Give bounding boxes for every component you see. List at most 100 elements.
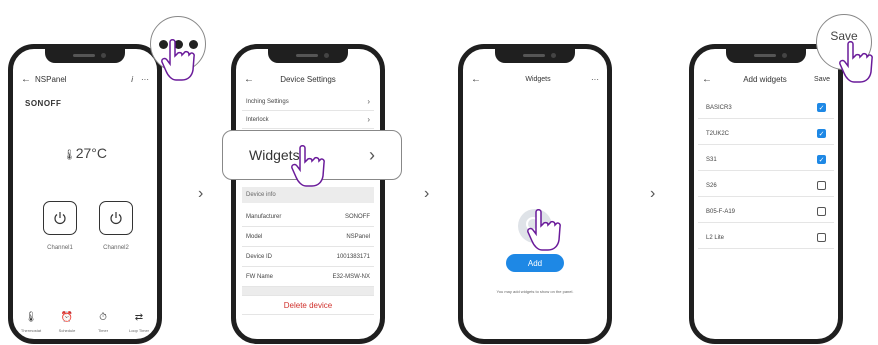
info-label: FW Name [246, 273, 273, 280]
nav-thermostat[interactable]: 🌡 Thermostat [17, 312, 45, 333]
nav-label: Thermostat [20, 328, 42, 333]
tap-hand-icon [291, 145, 325, 187]
power-icon [54, 212, 66, 225]
channel1-label: Channel1 [47, 245, 73, 251]
page-title: Widgets [525, 75, 551, 83]
widget-row[interactable]: BASICR3 ✓ [698, 97, 834, 119]
inching-settings-row[interactable]: Inching Settings › [242, 93, 374, 111]
device-info-header: Device info [242, 187, 374, 203]
step-arrow-icon: › [424, 185, 430, 202]
info-row: Manufacturer SONOFF [242, 207, 374, 227]
more-icon[interactable]: ··· [591, 75, 599, 84]
nav-timer[interactable]: ⏱ Timer [89, 312, 117, 333]
checkbox-icon[interactable] [817, 233, 826, 242]
info-value: SONOFF [345, 213, 370, 220]
page-title: Device Settings [280, 74, 336, 84]
widget-name: S26 [706, 182, 717, 189]
widget-name: BASICR3 [706, 104, 732, 111]
back-arrow-icon[interactable]: ← [471, 74, 485, 85]
loop-icon: ⇄ [134, 312, 144, 323]
phone-device-settings: ← Device Settings Inching Settings › Inte… [231, 44, 385, 344]
empty-hint-text: You may add widgets to show on the panel… [496, 289, 574, 294]
step-arrow-icon: › [198, 185, 204, 202]
info-label: Model [246, 233, 263, 240]
chevron-right-icon: › [367, 97, 370, 106]
checkbox-checked-icon[interactable]: ✓ [817, 155, 826, 164]
section-gap [242, 287, 374, 295]
widget-name: T2UK2C [706, 130, 730, 137]
step-arrow-icon: › [650, 185, 656, 202]
thermometer-icon: 🌡 [63, 150, 76, 161]
tap-hand-icon [527, 209, 561, 251]
tap-hand-icon [839, 41, 873, 83]
power-icon [110, 212, 122, 225]
interlock-row[interactable]: Interlock › [242, 111, 374, 129]
info-value: 1001383171 [336, 253, 370, 260]
thermometer-icon: 🌡 [24, 312, 38, 323]
alarm-clock-icon: ⏰ [60, 312, 74, 323]
info-label: Manufacturer [246, 213, 282, 220]
widget-name: B05-F-A19 [706, 208, 736, 215]
phone-nspanel: ← NSPanel i ··· SONOFF 🌡27°C Channel1 Ch… [8, 44, 162, 344]
phone-notch [45, 49, 125, 63]
page-title: NSPanel [35, 74, 67, 84]
info-row: FW Name E32-MSW-NX [242, 267, 374, 287]
nav-label: Timer [97, 328, 109, 333]
nav-label: Loop Timer [128, 328, 149, 333]
widget-row[interactable]: S26 [698, 175, 834, 197]
widget-name: S31 [706, 156, 717, 163]
channel2-power-button[interactable] [99, 201, 133, 235]
brand-logo: SONOFF [25, 99, 62, 108]
add-widget-button[interactable]: Add [506, 254, 564, 272]
add-widgets-header: ← Add widgets Save [702, 71, 830, 87]
phone-notch [268, 49, 348, 63]
phone-notch [495, 49, 575, 63]
checkbox-checked-icon[interactable]: ✓ [817, 129, 826, 138]
chevron-right-icon: › [369, 144, 375, 165]
widgets-screen: ← Widgets ··· Add You may add widgets to… [463, 49, 607, 339]
widget-row[interactable]: S31 ✓ [698, 149, 834, 171]
checkbox-checked-icon[interactable]: ✓ [817, 103, 826, 112]
back-arrow-icon[interactable]: ← [702, 74, 716, 85]
temperature-readout: 🌡27°C [13, 145, 157, 161]
back-arrow-icon[interactable]: ← [21, 74, 35, 85]
info-row: Device ID 1001383171 [242, 247, 374, 267]
info-row: Model NSPanel [242, 227, 374, 247]
info-label: Device ID [246, 253, 273, 260]
nav-schedule[interactable]: ⏰ Schedule [53, 312, 81, 333]
checkbox-icon[interactable] [817, 181, 826, 190]
device-settings-screen: ← Device Settings Inching Settings › Inte… [236, 49, 380, 339]
row-label: Inching Settings [246, 98, 289, 105]
widget-row[interactable]: B05-F-A19 [698, 201, 834, 223]
nspanel-screen: ← NSPanel i ··· SONOFF 🌡27°C Channel1 Ch… [13, 49, 157, 339]
tap-hand-icon [161, 39, 195, 81]
save-button[interactable]: Save [814, 76, 830, 83]
chevron-right-icon: › [367, 115, 370, 124]
settings-header: ← Device Settings [244, 71, 372, 87]
phone-widgets: ← Widgets ··· Add You may add widgets to… [458, 44, 612, 344]
info-value: E32-MSW-NX [332, 273, 370, 280]
info-value: NSPanel [346, 233, 370, 240]
nav-loop-timer[interactable]: ⇄ Loop Timer [125, 312, 153, 333]
widget-row[interactable]: L2 Lite [698, 227, 834, 249]
temperature-value: 27°C [75, 145, 107, 161]
nav-label: Schedule [58, 328, 76, 333]
info-icon[interactable]: i [131, 75, 133, 84]
checkbox-icon[interactable] [817, 207, 826, 216]
delete-device-button[interactable]: Delete device [242, 295, 374, 315]
bottom-nav: 🌡 Thermostat ⏰ Schedule ⏱ Timer ⇄ Loop Timer [17, 312, 153, 333]
back-arrow-icon[interactable]: ← [244, 74, 258, 85]
add-widgets-screen: ← Add widgets Save BASICR3 ✓ T2UK2C ✓ S31 ✓… [694, 49, 838, 339]
more-icon[interactable]: ··· [141, 75, 149, 84]
row-label: Interlock [246, 116, 269, 123]
channel1-power-button[interactable] [43, 201, 77, 235]
phone-add-widgets: ← Add widgets Save BASICR3 ✓ T2UK2C ✓ S31 ✓… [689, 44, 843, 344]
page-title: Add widgets [743, 74, 787, 84]
widget-name: L2 Lite [706, 234, 725, 241]
widget-row[interactable]: T2UK2C ✓ [698, 123, 834, 145]
stopwatch-icon: ⏱ [99, 312, 107, 323]
channel2-label: Channel2 [103, 245, 129, 251]
phone-notch [726, 49, 806, 63]
widgets-header: ← Widgets ··· [471, 71, 599, 87]
nspanel-header: ← NSPanel i ··· [21, 71, 149, 87]
